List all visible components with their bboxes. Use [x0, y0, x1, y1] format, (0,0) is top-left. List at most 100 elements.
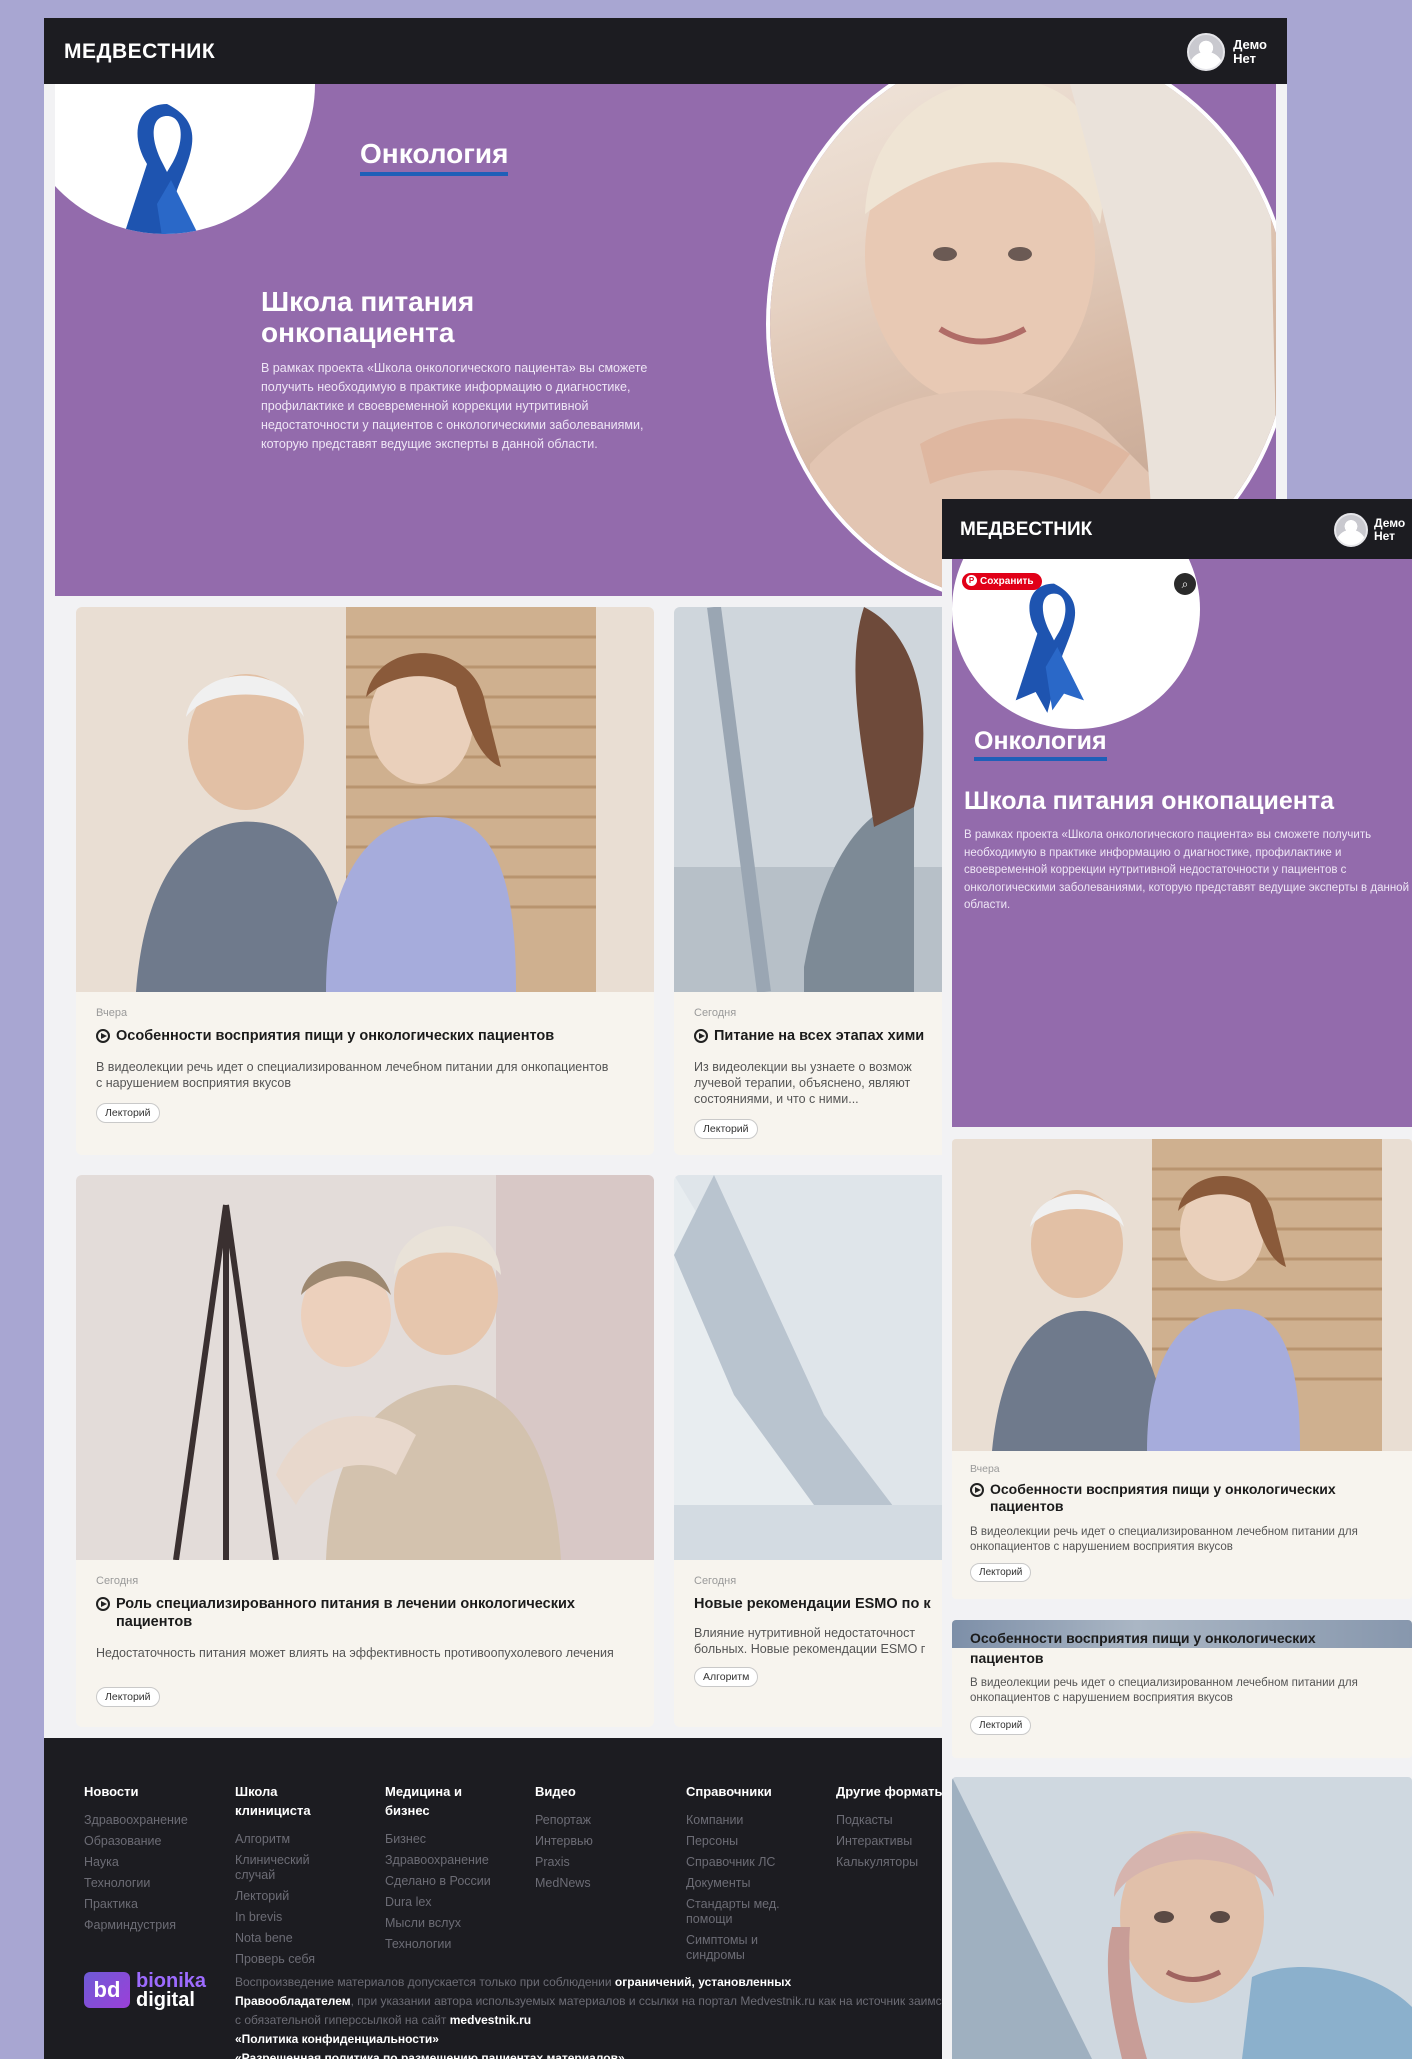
footer-column-school: Школа клинициста Алгоритм Клинический сл…	[235, 1782, 335, 1973]
card-tag[interactable]: Лекторий	[96, 1103, 160, 1123]
card-photo	[76, 1175, 654, 1560]
footer-link[interactable]: Компании	[686, 1813, 801, 1828]
brand-logo[interactable]: МЕДВЕСТНИК	[64, 40, 215, 64]
footer-heading[interactable]: Школа клинициста	[235, 1782, 335, 1820]
card-tag[interactable]: Лекторий	[970, 1716, 1032, 1735]
footer-link[interactable]: Nota bene	[235, 1931, 335, 1946]
card-date: Сегодня	[96, 1575, 139, 1587]
footer-link[interactable]: Мысли вслух	[385, 1916, 505, 1931]
card-description: Из видеолекции вы узнаете о возмож лучев…	[694, 1060, 912, 1106]
footer-link[interactable]: Персоны	[686, 1834, 801, 1849]
footer-link[interactable]: Образование	[84, 1834, 224, 1849]
play-icon	[96, 1597, 110, 1611]
footer-link[interactable]: Алгоритм	[235, 1832, 335, 1847]
mobile-hero-banner: Сохранить ⌕ Онкология Школа питания онко…	[952, 559, 1412, 1127]
privacy-link[interactable]: «Политика конфиденциальности»	[235, 2032, 439, 2046]
footer-link[interactable]: Здравоохранение	[84, 1813, 224, 1828]
footer-heading[interactable]: Медицина и бизнес	[385, 1782, 505, 1820]
card-tag[interactable]: Алгоритм	[694, 1667, 759, 1687]
hero-title: Школа питания онкопациента	[261, 286, 475, 348]
footer-link[interactable]: In brevis	[235, 1910, 335, 1925]
avatar-icon[interactable]	[1187, 33, 1226, 71]
card-tag[interactable]: Лекторий	[694, 1119, 758, 1139]
footer-link[interactable]: Сделано в России	[385, 1874, 505, 1889]
hero-title: Школа питания онкопациента	[964, 787, 1335, 815]
ribbon-badge	[55, 84, 315, 234]
hero-description: В рамках проекта «Школа онкологического …	[964, 829, 1409, 911]
category-tag[interactable]: Онкология	[360, 138, 509, 176]
avatar-icon[interactable]	[1334, 513, 1368, 547]
user-menu[interactable]: Демо Нет	[1334, 513, 1405, 547]
card-date: Вчера	[96, 1007, 128, 1019]
footer-link[interactable]: Технологии	[385, 1937, 505, 1952]
user-name: Демо	[1233, 37, 1267, 52]
article-card[interactable]	[952, 1777, 1412, 2059]
card-title[interactable]: Особенности восприятия пищи у онкологиче…	[970, 1481, 1390, 1515]
site-link[interactable]: medvestnik.ru	[450, 2013, 531, 2027]
footer-heading[interactable]: Другие форматы	[836, 1782, 946, 1801]
play-icon	[96, 1029, 110, 1043]
footer-link[interactable]: Практика	[84, 1897, 224, 1912]
footer-link[interactable]: Стандарты мед. помощи	[686, 1897, 801, 1927]
footer-link[interactable]: Praxis	[535, 1855, 645, 1870]
footer-column-video: Видео Репортаж Интервью Praxis MedNews	[535, 1782, 645, 1897]
footer-column-reference: Справочники Компании Персоны Справочник …	[686, 1782, 801, 1969]
footer-heading[interactable]: Видео	[535, 1782, 645, 1801]
header: МЕДВЕСТНИК Демо Нет	[44, 18, 1287, 84]
footer-link[interactable]: Документы	[686, 1876, 801, 1891]
footer-link[interactable]: Симптомы и синдромы	[686, 1933, 801, 1963]
footer-link[interactable]: Проверь себя	[235, 1952, 335, 1967]
card-description: В видеолекции речь идет о специализирова…	[970, 1677, 1358, 1704]
card-date: Вчера	[970, 1463, 1000, 1475]
card-title[interactable]: Особенности восприятия пищи у онкологиче…	[96, 1027, 636, 1045]
footer-column-news: Новости Здравоохранение Образование Наук…	[84, 1782, 224, 1939]
footer-link[interactable]: Калькуляторы	[836, 1855, 946, 1870]
footer-link[interactable]: MedNews	[535, 1876, 645, 1891]
user-menu[interactable]: Демо Нет	[1187, 33, 1267, 71]
footer-heading[interactable]: Справочники	[686, 1782, 801, 1801]
article-card[interactable]: Особенности восприятия пищи у онкологиче…	[952, 1620, 1412, 1758]
footer-link[interactable]: Фарминдустрия	[84, 1918, 224, 1933]
footer-heading[interactable]: Новости	[84, 1782, 224, 1801]
footer-link[interactable]: Бизнес	[385, 1832, 505, 1847]
brand-logo[interactable]: МЕДВЕСТНИК	[960, 519, 1092, 541]
footer-link[interactable]: Наука	[84, 1855, 224, 1870]
hero-description: В рамках проекта «Школа онкологического …	[261, 361, 648, 451]
mobile-page: МЕДВЕСТНИК Демо Нет Сохранить ⌕ Онкологи…	[942, 499, 1412, 2059]
category-tag[interactable]: Онкология	[974, 727, 1107, 761]
policy-link[interactable]: «Разрешенная политика по размещению паци…	[235, 2051, 625, 2059]
pinterest-save-button[interactable]: Сохранить	[962, 573, 1042, 590]
footer-link[interactable]: Репортаж	[535, 1813, 645, 1828]
footer-column-business: Медицина и бизнес Бизнес Здравоохранение…	[385, 1782, 505, 1958]
article-card[interactable]: Вчера Особенности восприятия пищи у онко…	[952, 1139, 1412, 1599]
footer-link[interactable]: Технологии	[84, 1876, 224, 1891]
footer-link[interactable]: Dura lex	[385, 1895, 505, 1910]
footer-link[interactable]: Здравоохранение	[385, 1853, 505, 1868]
footer-link[interactable]: Справочник ЛС	[686, 1855, 801, 1870]
card-description: В видеолекции речь идет о специализирова…	[96, 1060, 609, 1090]
footer-link[interactable]: Подкасты	[836, 1813, 946, 1828]
card-tag[interactable]: Лекторий	[970, 1563, 1032, 1582]
footer-link[interactable]: Интерактивы	[836, 1834, 946, 1849]
card-title[interactable]: Роль специализированного питания в лечен…	[96, 1595, 636, 1631]
card-photo	[952, 1777, 1412, 2059]
footer-link[interactable]: Интервью	[535, 1834, 645, 1849]
article-card[interactable]: Сегодня Роль специализированного питания…	[76, 1175, 654, 1727]
footer-column-formats: Другие форматы Подкасты Интерактивы Каль…	[836, 1782, 946, 1876]
footer-link[interactable]: Клинический случай	[235, 1853, 335, 1883]
card-tag[interactable]: Лекторий	[96, 1687, 160, 1707]
footer-link[interactable]: Лекторий	[235, 1889, 335, 1904]
card-title-cut: Особенности восприятия пищи у онкологиче…	[970, 1630, 1316, 1646]
bionika-logo[interactable]: bd bionika digital	[84, 1970, 214, 2012]
card-description: В видеолекции речь идет о специализирова…	[970, 1526, 1358, 1553]
card-title[interactable]: пациентов	[970, 1650, 1390, 1667]
awareness-ribbon-icon	[124, 104, 198, 234]
legal-notice: Воспроизведение материалов допускается т…	[235, 1973, 995, 2059]
legal-link[interactable]: ограничений, установленных	[615, 1975, 791, 1989]
play-icon	[970, 1483, 984, 1497]
legal-link[interactable]: Правообладателем	[235, 1994, 351, 2008]
article-card[interactable]: Вчера Особенности восприятия пищи у онко…	[76, 607, 654, 1155]
card-photo	[952, 1139, 1412, 1451]
lens-icon[interactable]: ⌕	[1174, 573, 1196, 595]
play-icon	[694, 1029, 708, 1043]
